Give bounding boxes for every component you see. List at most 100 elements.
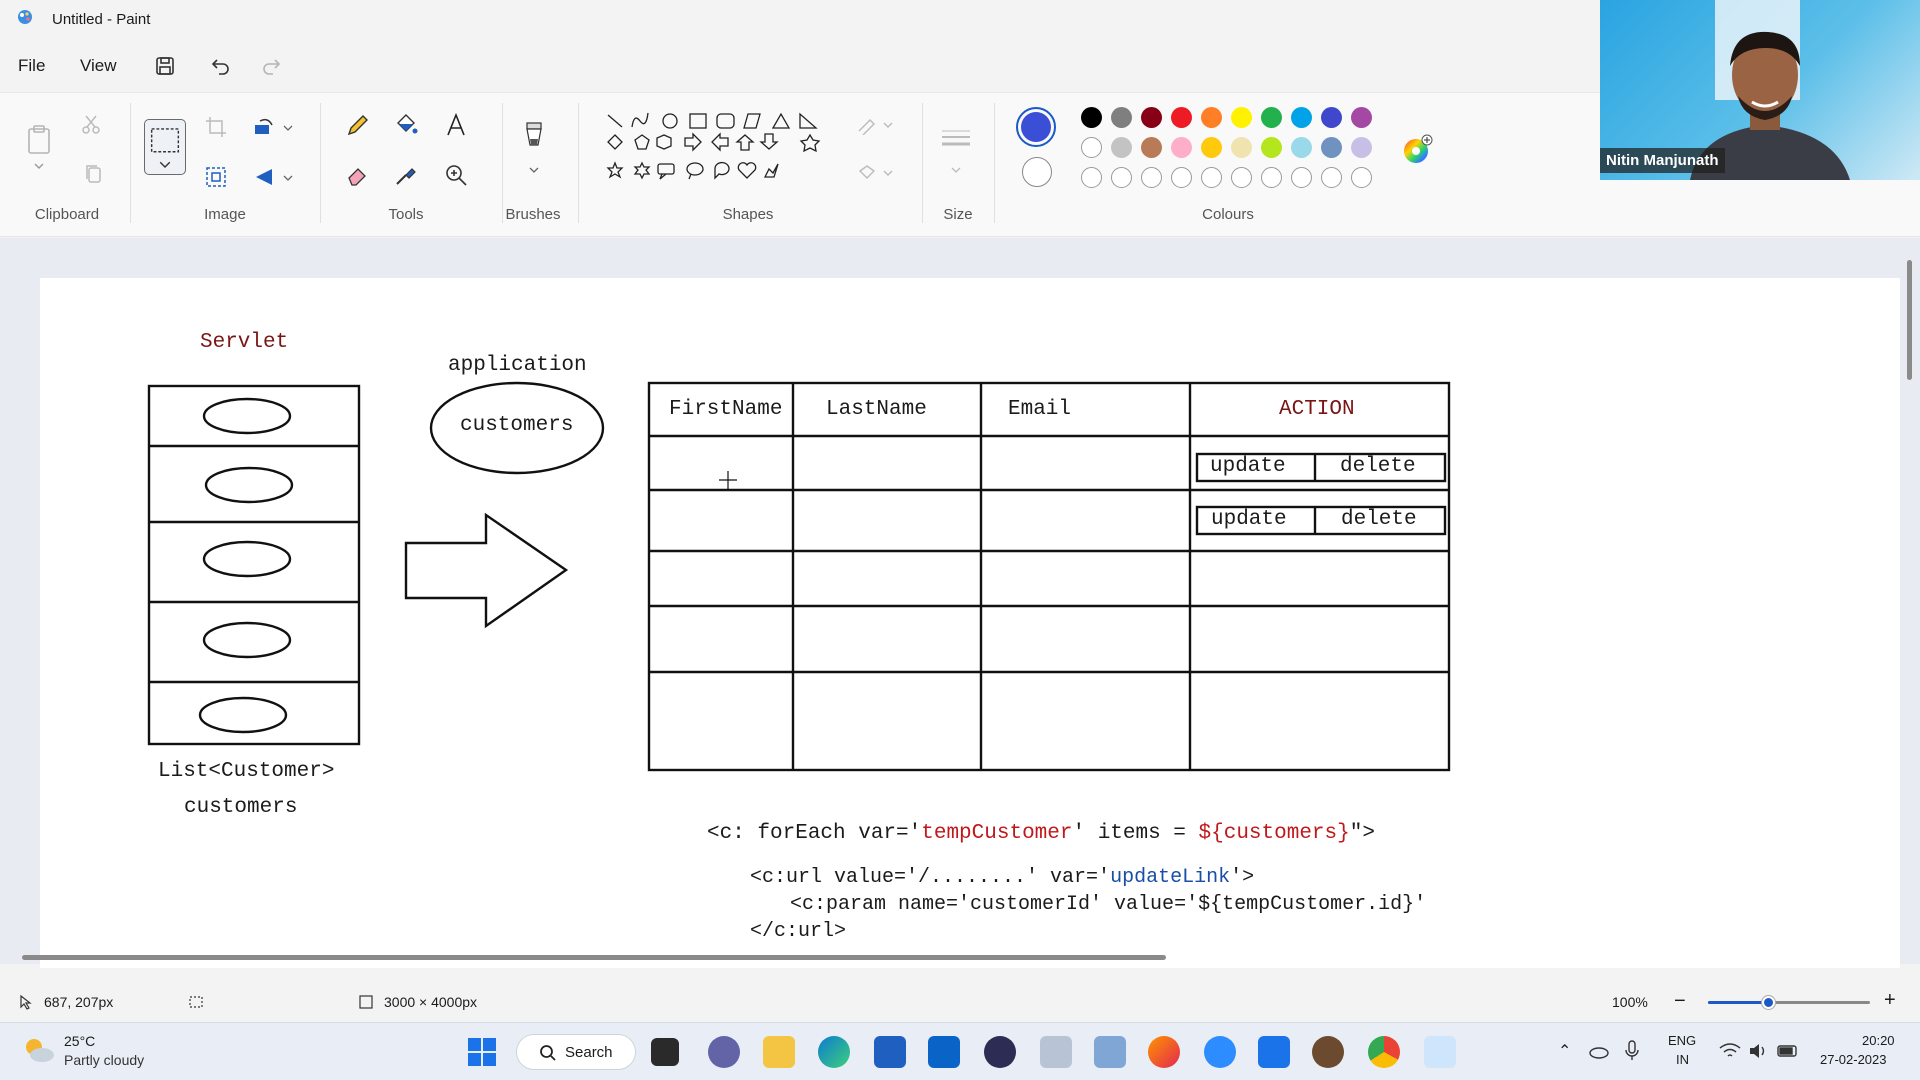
colour-swatch[interactable] — [1291, 107, 1312, 128]
custom-colour-slot[interactable] — [1081, 167, 1102, 188]
start-icon[interactable] — [466, 1036, 498, 1068]
paint-icon[interactable] — [1424, 1036, 1456, 1068]
microphone-icon[interactable] — [1624, 1039, 1640, 1063]
custom-colour-slot[interactable] — [1231, 167, 1252, 188]
colour-swatch[interactable] — [1351, 107, 1372, 128]
resize-icon[interactable] — [204, 165, 228, 189]
custom-colour-slot[interactable] — [1171, 167, 1192, 188]
colour-swatch[interactable] — [1201, 107, 1222, 128]
magnifier-icon[interactable] — [442, 161, 470, 189]
menu-view[interactable]: View — [76, 54, 121, 78]
primary-colour-swatch[interactable] — [1016, 107, 1056, 147]
canvas-area[interactable]: Servlet List<Customer> customers applica… — [0, 238, 1920, 968]
zoom-out-button[interactable]: − — [1674, 990, 1686, 1013]
colour-swatch[interactable] — [1081, 107, 1102, 128]
vertical-scrollbar[interactable] — [1907, 260, 1912, 380]
secondary-colour-swatch[interactable] — [1022, 157, 1052, 187]
app-icon[interactable] — [1312, 1036, 1344, 1068]
colour-swatch[interactable] — [1171, 107, 1192, 128]
custom-colour-slot[interactable] — [1351, 167, 1372, 188]
menu-file[interactable]: File — [14, 54, 49, 78]
rotate-chevron-down-icon[interactable] — [282, 121, 294, 133]
crop-icon[interactable] — [204, 115, 228, 139]
colour-swatch[interactable] — [1231, 137, 1252, 158]
weather-desc[interactable]: Partly cloudy — [64, 1052, 144, 1068]
colour-swatch[interactable] — [1111, 107, 1132, 128]
colour-swatch[interactable] — [1171, 137, 1192, 158]
cut-icon[interactable] — [80, 113, 102, 135]
custom-colour-slot[interactable] — [1261, 167, 1282, 188]
custom-colour-slot[interactable] — [1321, 167, 1342, 188]
paste-chevron-down-icon[interactable] — [32, 159, 46, 173]
language-primary[interactable]: ENG — [1668, 1033, 1696, 1048]
custom-colour-slot[interactable] — [1111, 167, 1132, 188]
edit-colours-icon[interactable] — [1402, 133, 1434, 165]
colour-swatch[interactable] — [1231, 107, 1252, 128]
task-view-icon[interactable] — [651, 1038, 679, 1066]
zoom-slider-track[interactable] — [1708, 996, 1870, 1009]
colour-swatch[interactable] — [1141, 137, 1162, 158]
cloud-icon[interactable] — [1588, 1041, 1610, 1061]
language-secondary[interactable]: IN — [1676, 1052, 1689, 1067]
colour-swatch[interactable] — [1081, 137, 1102, 158]
custom-colour-slot[interactable] — [1201, 167, 1222, 188]
store-icon[interactable] — [874, 1036, 906, 1068]
volume-icon[interactable] — [1748, 1041, 1770, 1061]
chevron-up-icon[interactable]: ⌃ — [1558, 1041, 1571, 1061]
fill-style-icon[interactable] — [856, 163, 896, 183]
colour-swatch[interactable] — [1321, 107, 1342, 128]
line-size-icon[interactable] — [940, 127, 972, 149]
fill-icon[interactable] — [392, 111, 420, 139]
outline-icon[interactable] — [856, 115, 896, 136]
colour-swatch[interactable] — [1111, 137, 1132, 158]
notepad-icon[interactable] — [1258, 1036, 1290, 1068]
zoom-slider-thumb[interactable] — [1762, 996, 1775, 1009]
colour-swatch[interactable] — [1321, 137, 1342, 158]
file-explorer-icon[interactable] — [763, 1036, 795, 1068]
drawing-canvas[interactable]: Servlet List<Customer> customers applica… — [40, 278, 1900, 968]
size-chevron-down-icon[interactable] — [950, 163, 962, 175]
colour-swatch[interactable] — [1291, 137, 1312, 158]
colour-swatch[interactable] — [1201, 137, 1222, 158]
firefox-icon[interactable] — [1148, 1036, 1180, 1068]
zoom-in-button[interactable]: + — [1884, 989, 1896, 1012]
clock-time[interactable]: 20:20 — [1862, 1033, 1895, 1048]
shapes-gallery[interactable] — [598, 107, 828, 189]
brush-icon[interactable] — [520, 119, 548, 157]
teams-chat-icon[interactable] — [708, 1036, 740, 1068]
battery-icon[interactable] — [1776, 1041, 1800, 1061]
chrome-icon[interactable] — [1368, 1036, 1400, 1068]
redo-icon[interactable] — [259, 54, 283, 78]
wifi-icon[interactable] — [1718, 1041, 1742, 1061]
rotate-icon[interactable] — [252, 115, 276, 139]
weather-icon[interactable] — [22, 1035, 56, 1065]
pencil-icon[interactable] — [344, 111, 372, 139]
flip-chevron-down-icon[interactable] — [282, 171, 294, 183]
color-picker-icon[interactable] — [392, 161, 420, 189]
colour-swatch[interactable] — [1261, 107, 1282, 128]
colour-swatch[interactable] — [1141, 107, 1162, 128]
copy-icon[interactable] — [84, 163, 104, 185]
app-icon[interactable] — [1040, 1036, 1072, 1068]
undo-icon[interactable] — [209, 54, 233, 78]
zoom-icon[interactable] — [1204, 1036, 1236, 1068]
custom-colour-slot[interactable] — [1291, 167, 1312, 188]
edge-icon[interactable] — [818, 1036, 850, 1068]
eraser-icon[interactable] — [344, 161, 372, 189]
colour-swatch[interactable] — [1261, 137, 1282, 158]
horizontal-scrollbar[interactable] — [22, 955, 1166, 960]
taskbar-search[interactable]: Search — [516, 1034, 636, 1070]
eclipse-icon[interactable] — [984, 1036, 1016, 1068]
custom-colour-slot[interactable] — [1141, 167, 1162, 188]
flip-icon[interactable] — [252, 165, 276, 189]
save-icon[interactable] — [153, 54, 177, 78]
brush-chevron-down-icon[interactable] — [528, 163, 540, 175]
select-icon[interactable] — [144, 119, 186, 175]
app-icon[interactable] — [1094, 1036, 1126, 1068]
paste-icon[interactable] — [24, 123, 54, 157]
weather-temp[interactable]: 25°C — [64, 1033, 95, 1049]
zoom-level[interactable]: 100% — [1612, 994, 1648, 1010]
colour-swatch[interactable] — [1351, 137, 1372, 158]
mail-icon[interactable] — [928, 1036, 960, 1068]
text-icon[interactable] — [442, 111, 470, 139]
